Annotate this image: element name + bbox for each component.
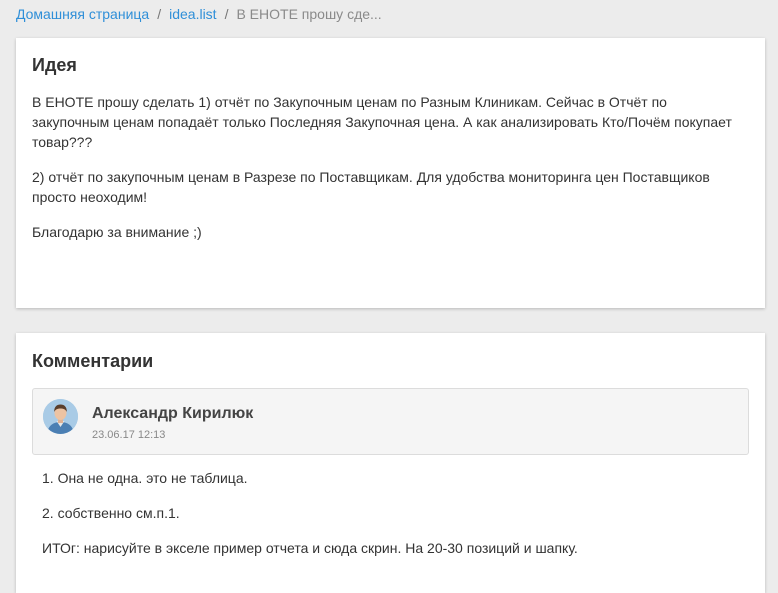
breadcrumb-current: В ЕНОТЕ прошу сде... <box>236 6 382 22</box>
idea-card: Идея В ЕНОТЕ прошу сделать 1) отчёт по З… <box>16 38 765 308</box>
comment-date: 23.06.17 12:13 <box>92 429 166 441</box>
comment-line: 2. собственно см.п.1. <box>42 505 180 521</box>
idea-paragraph: Благодарю за внимание ;) <box>32 224 202 240</box>
comment-header: Александр Кирилюк 23.06.17 12:13 <box>32 388 749 455</box>
breadcrumb-separator: / <box>157 6 162 22</box>
comment-line: 1. Она не одна. это не таблица. <box>42 470 248 486</box>
comment-body: 1. Она не одна. это не таблица. 2. собст… <box>42 468 742 573</box>
comments-heading: Комментарии <box>32 351 154 371</box>
breadcrumb-home-link[interactable]: Домашняя страница <box>16 6 149 22</box>
breadcrumb-separator: / <box>224 6 229 22</box>
idea-heading: Идея <box>32 55 77 75</box>
avatar[interactable] <box>43 399 78 434</box>
breadcrumb-idea-list-link[interactable]: idea.list <box>169 6 216 22</box>
idea-paragraph: В ЕНОТЕ прошу сделать 1) отчёт по Закупо… <box>32 94 732 150</box>
comments-card: Комментарии Александр Кирилюк 23.06.17 1… <box>16 333 765 593</box>
comment-line: ИТОг: нарисуйте в экселе пример отчета и… <box>42 540 578 556</box>
idea-body: В ЕНОТЕ прошу сделать 1) отчёт по Закупо… <box>32 92 748 257</box>
breadcrumb: Домашняя страница / idea.list / В ЕНОТЕ прош… <box>16 5 382 23</box>
idea-paragraph: 2) отчёт по закупочным ценам в Разрезе п… <box>32 169 710 205</box>
comment-author: Александр Кирилюк <box>92 405 254 422</box>
user-avatar-icon <box>43 399 78 434</box>
